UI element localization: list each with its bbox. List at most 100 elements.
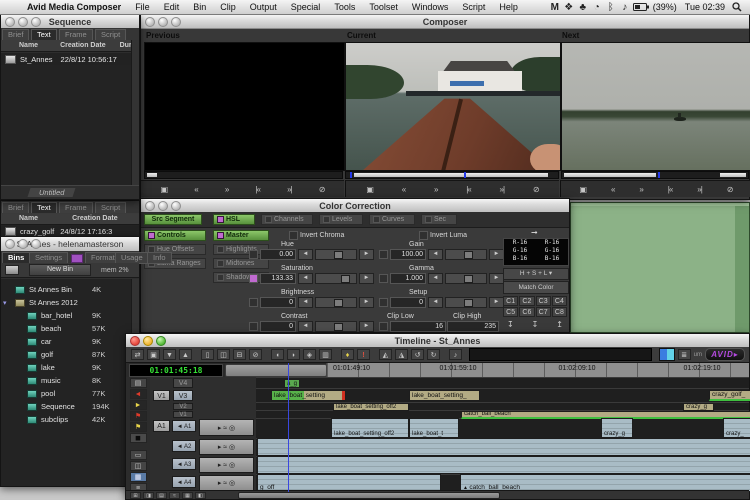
- invert-luma-checkbox[interactable]: Invert Luma: [419, 230, 467, 241]
- track-a1-source[interactable]: A1: [153, 420, 170, 432]
- window-controls[interactable]: [141, 201, 181, 211]
- track-v1-record[interactable]: V1: [173, 411, 193, 418]
- time-machine-icon[interactable]: ◔: [590, 2, 604, 13]
- timeline-clip[interactable]: a_g: [284, 379, 300, 388]
- bin-item[interactable]: golf 87K: [1, 348, 128, 361]
- setup-slider[interactable]: 0 ◄ ►: [379, 297, 504, 308]
- timeline-clip[interactable]: lake_boat_t: [409, 418, 459, 438]
- gain-slider[interactable]: 100.00 ◄ ►: [379, 249, 504, 260]
- eyedropper-black-icon[interactable]: ↧: [507, 320, 514, 329]
- menu-bin[interactable]: Bin: [186, 2, 213, 12]
- menu-toolset[interactable]: Toolset: [362, 2, 405, 12]
- video-monitor-icon[interactable]: ▯: [201, 349, 214, 360]
- trim-mode-icon[interactable]: ⊟: [233, 349, 246, 360]
- play-reverse-icon[interactable]: ◖: [271, 349, 284, 360]
- clip-low-field[interactable]: 16: [379, 321, 446, 332]
- go-previous-event-button[interactable]: |«: [466, 185, 471, 194]
- render-icon[interactable]: ⊘: [249, 349, 262, 360]
- gamma-slider[interactable]: 1.000 ◄ ►: [379, 273, 504, 284]
- audio-tool-a2[interactable]: ▸ ≈ ◎: [199, 439, 254, 455]
- locator-yellow-icon[interactable]: ⚑: [129, 422, 147, 432]
- eyedropper-white-icon[interactable]: ↥: [556, 320, 563, 329]
- current-monitor[interactable]: [345, 42, 561, 171]
- color-correction-titlebar[interactable]: Color Correction: [141, 199, 569, 213]
- bottom-tool-5-icon[interactable]: ▦: [182, 491, 193, 499]
- match-color-button[interactable]: Match Color: [503, 281, 569, 294]
- tab-info[interactable]: Info: [147, 252, 172, 264]
- tab-sec[interactable]: Sec: [421, 214, 457, 225]
- timeline-clip[interactable]: lake_boat_setting_off2: [331, 418, 409, 438]
- tab-controls[interactable]: Controls: [144, 230, 206, 241]
- timeline-clip[interactable]: crazy_: [723, 418, 750, 438]
- keyframe-right-icon[interactable]: ◮: [395, 349, 408, 360]
- window-controls[interactable]: [1, 239, 41, 249]
- play-forward-icon[interactable]: ◗: [287, 349, 300, 360]
- menu-help[interactable]: Help: [492, 2, 525, 12]
- track-a2-record[interactable]: ◄ A2: [172, 440, 196, 452]
- hue-slider[interactable]: 0.00 ◄ ►: [249, 249, 374, 260]
- correction-c2-button[interactable]: C2: [519, 296, 535, 306]
- bin-item[interactable]: bar_hotel 9K: [1, 309, 128, 322]
- sequence-titlebar[interactable]: Sequence: [1, 15, 139, 29]
- correction-c5-button[interactable]: C5: [503, 307, 519, 317]
- toggle-source-record-icon[interactable]: ⇄: [131, 349, 144, 360]
- bin-item[interactable]: St Annes Bin 4K: [1, 283, 128, 296]
- clip-view-icon[interactable]: ▭: [129, 450, 147, 460]
- audio-tool-a3[interactable]: ▸ ≈ ◎: [199, 457, 254, 473]
- fast-forward-button[interactable]: »: [225, 185, 230, 194]
- timeline-clip[interactable]: lake_boat_setting_: [409, 390, 480, 401]
- timeline-clip[interactable]: lake_boat_setting: [271, 390, 346, 401]
- go-next-event-button[interactable]: »|: [500, 185, 505, 194]
- bottom-tool-3-icon[interactable]: ▤: [156, 491, 167, 499]
- tab-channels[interactable]: Channels: [261, 214, 313, 225]
- disclosure-triangle-icon[interactable]: ▾: [3, 299, 11, 307]
- timeline-view-icon[interactable]: ▦: [129, 472, 147, 482]
- app-extra-icon[interactable]: ♣: [576, 2, 590, 13]
- bin-item[interactable]: pool 77K: [1, 387, 128, 400]
- bin-item[interactable]: car 9K: [1, 335, 128, 348]
- tab-src-segment[interactable]: Src Segment: [144, 214, 202, 225]
- grid-button[interactable]: ▣: [366, 185, 374, 194]
- menu-windows[interactable]: Windows: [405, 2, 456, 12]
- correction-c8-button[interactable]: C8: [551, 307, 567, 317]
- rewind-button[interactable]: «: [402, 185, 407, 194]
- tab-hsl[interactable]: HSL: [213, 214, 255, 225]
- invert-chroma-checkbox[interactable]: Invert Chroma: [289, 230, 344, 241]
- untitled-tab[interactable]: Untitled: [27, 188, 76, 197]
- grid-button[interactable]: ▣: [579, 185, 587, 194]
- stop-button[interactable]: ⊘: [319, 185, 326, 194]
- fast-forward-button[interactable]: »: [639, 185, 644, 194]
- bin-item[interactable]: ▾ St Annes 2012: [1, 296, 128, 309]
- keyframe-left-icon[interactable]: ◭: [379, 349, 392, 360]
- audio-tool-a1[interactable]: ▸ ≈ ◎: [199, 419, 254, 436]
- menu-edit[interactable]: Edit: [157, 2, 187, 12]
- next-position-bar[interactable]: [561, 171, 749, 179]
- stop-button[interactable]: ⊘: [533, 185, 540, 194]
- locator-red-icon[interactable]: ⚑: [129, 411, 147, 421]
- track-v2-record[interactable]: V2: [173, 402, 193, 410]
- go-previous-event-button[interactable]: |«: [668, 185, 673, 194]
- timeline-clip[interactable]: lake_boat_setting_off2: [333, 403, 409, 411]
- rewind-button[interactable]: «: [611, 185, 616, 194]
- bluetooth-icon[interactable]: ᛒ: [604, 2, 618, 13]
- timeline-clip[interactable]: crazy_golf_: [709, 390, 750, 401]
- redo-icon[interactable]: ↻: [427, 349, 440, 360]
- correction-c6-button[interactable]: C6: [519, 307, 535, 317]
- bottom-tool-6-icon[interactable]: ◧: [195, 491, 206, 499]
- window-controls[interactable]: [1, 17, 41, 27]
- segment-overwrite-icon[interactable]: ◄: [129, 389, 147, 399]
- tab-master[interactable]: Master: [213, 230, 269, 241]
- timeline-hscrollbar[interactable]: [238, 491, 500, 499]
- menu-file[interactable]: File: [128, 2, 157, 12]
- segment-splice-icon[interactable]: ►: [129, 400, 147, 410]
- stop-button[interactable]: ⊘: [727, 185, 734, 194]
- hard-drive-icon[interactable]: [5, 265, 19, 275]
- clip-high-field[interactable]: 235: [447, 321, 499, 332]
- new-bin-button[interactable]: New Bin: [29, 264, 91, 276]
- hsl-mode-dropdown[interactable]: H + S + L ▾: [503, 268, 569, 280]
- menu-clip[interactable]: Clip: [213, 2, 243, 12]
- tab-curves[interactable]: Curves: [369, 214, 415, 225]
- add-edit-icon[interactable]: ◈: [303, 349, 316, 360]
- video-quality-icon[interactable]: [658, 348, 675, 361]
- master-timecode[interactable]: 01:01:45:18: [129, 364, 223, 377]
